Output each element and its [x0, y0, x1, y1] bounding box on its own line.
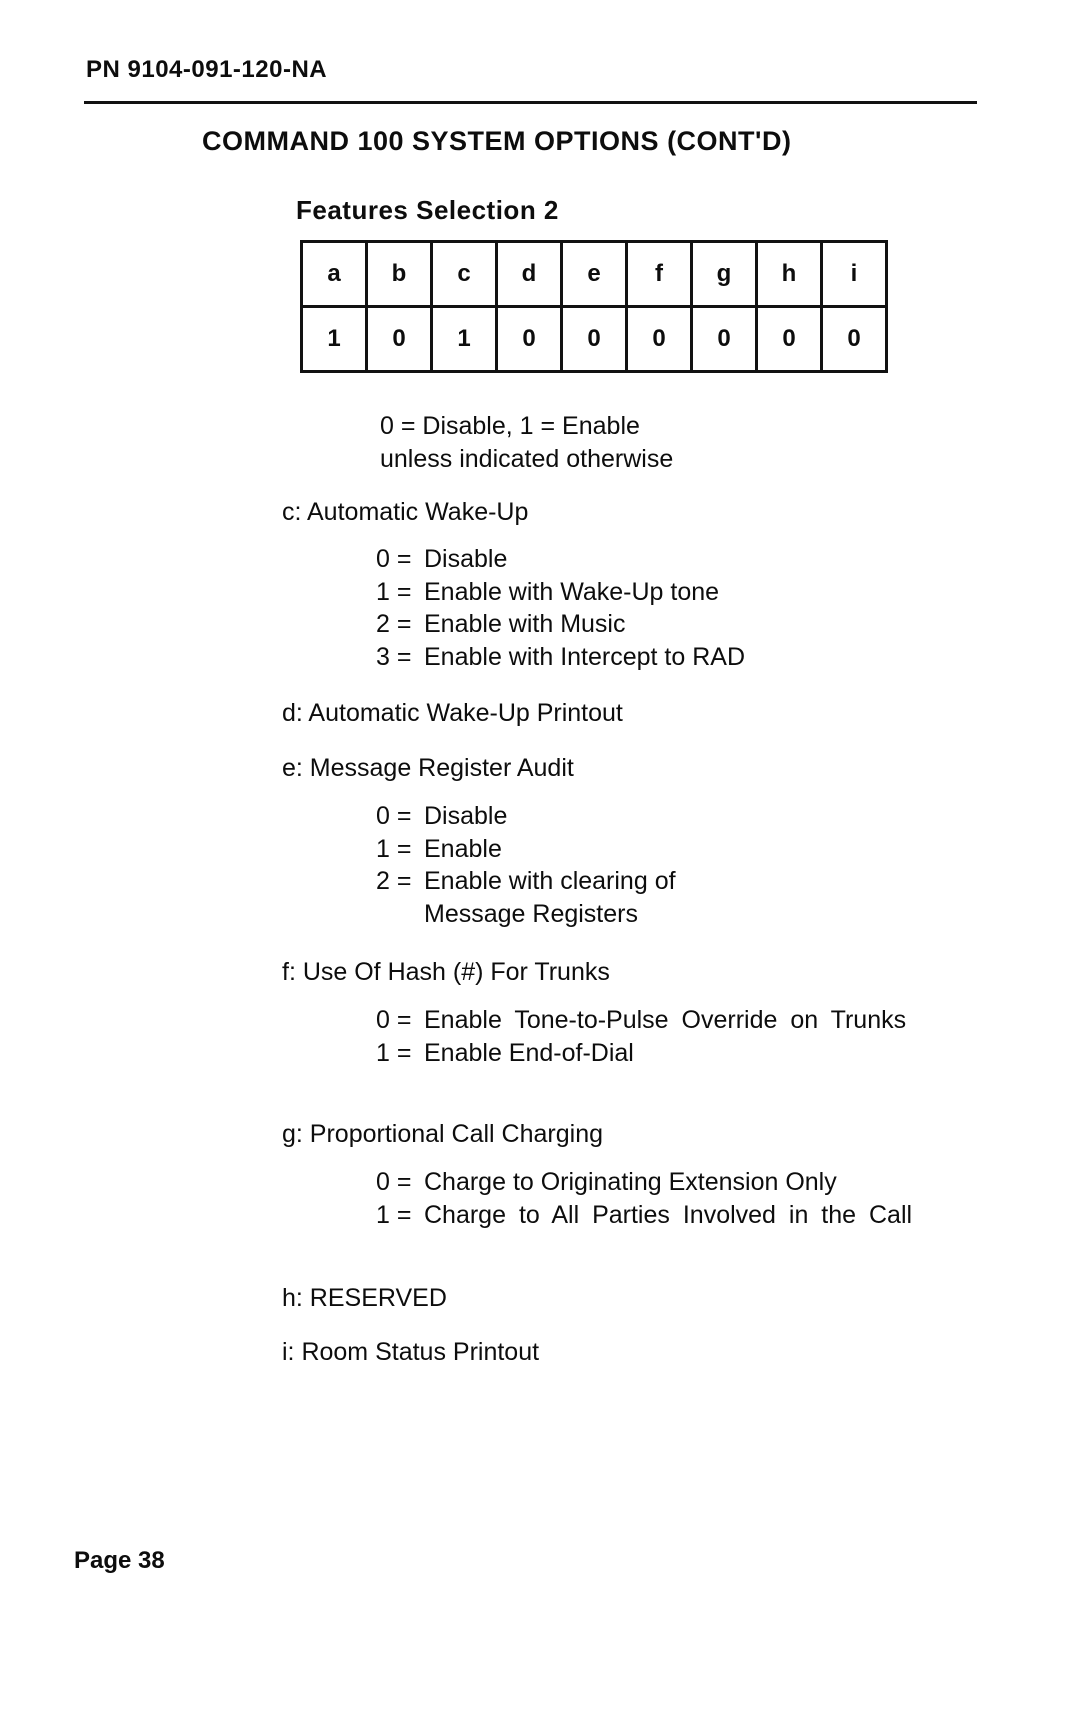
option-list-e: 0 = Disable 1 = Enable 2 = Enable with clea… [376, 800, 954, 930]
section-heading-e: e: Message Register Audit [282, 754, 574, 782]
option-item: 1 = Enable with Wake-Up tone [376, 576, 954, 609]
bit-header-cell: f [625, 240, 693, 308]
option-text: Disable [424, 545, 508, 573]
option-key: 3 = [376, 642, 412, 671]
option-key: 0 = [376, 1168, 412, 1196]
option-item: 0 = Enable Tone-to-Pulse Override on Trun… [376, 1004, 954, 1037]
bit-value-cell: 0 [365, 305, 433, 373]
legend-note: 0 = Disable, 1 = Enable unless indicated… [380, 410, 673, 476]
bit-header-cell: h [755, 240, 823, 308]
table-title: Features Selection 2 [296, 195, 559, 225]
features-bit-table: a b c d e f g h i 1 0 1 0 0 0 0 0 0 [300, 240, 888, 373]
option-item: 3 = Enable with Intercept to RAD [376, 641, 954, 674]
option-key: 0 = [376, 545, 412, 573]
bit-value-cell: 0 [690, 305, 758, 373]
bit-header-cell: e [560, 240, 628, 308]
option-list-g: 0 = Charge to Originating Extension Only … [376, 1166, 954, 1231]
page-title: COMMAND 100 SYSTEM OPTIONS (CONT'D) [202, 126, 792, 156]
bit-value-row: 1 0 1 0 0 0 0 0 0 [300, 305, 888, 373]
option-item: 2 = Enable with Music [376, 608, 954, 641]
section-heading-g: g: Proportional Call Charging [282, 1120, 604, 1148]
option-text: Enable with clearing of Message Register… [424, 867, 676, 928]
option-key: 0 = [376, 802, 412, 830]
option-text: Enable with Wake-Up tone [424, 577, 720, 606]
option-item: 0 = Charge to Originating Extension Only [376, 1166, 954, 1199]
option-item: 1 = Enable End-of-Dial [376, 1037, 954, 1070]
option-key: 1 = [376, 834, 412, 863]
option-key: 2 = [376, 867, 412, 895]
option-item: 2 = Enable with clearing of Message Regis… [376, 865, 954, 930]
option-text: Enable End-of-Dial [424, 1038, 634, 1067]
bit-value-cell: 0 [625, 305, 693, 373]
section-heading-c: c: Automatic Wake-Up [282, 498, 529, 526]
option-key: 1 = [376, 1200, 412, 1229]
option-item: 1 = Enable [376, 833, 954, 866]
header-rule [84, 101, 977, 104]
page-number: Page 38 [74, 1547, 165, 1574]
option-list-f: 0 = Enable Tone-to-Pulse Override on Trun… [376, 1004, 954, 1069]
bit-header-cell: b [365, 240, 433, 308]
option-text: Enable [424, 834, 502, 863]
bit-header-row: a b c d e f g h i [300, 240, 888, 308]
option-text: Enable Tone-to-Pulse Override on Trunks [424, 1006, 907, 1034]
bit-value-cell: 1 [430, 305, 498, 373]
option-text: Enable with Music [424, 610, 626, 638]
bit-header-cell: g [690, 240, 758, 308]
option-text: Charge to All Parties Involved in the Ca… [424, 1200, 913, 1229]
section-heading-f: f: Use Of Hash (#) For Trunks [282, 958, 610, 986]
option-key: 1 = [376, 577, 412, 606]
part-number: PN 9104-091-120-NA [86, 56, 328, 83]
legend-note-line: unless indicated otherwise [380, 445, 674, 473]
option-text: Charge to Originating Extension Only [424, 1168, 837, 1196]
option-text: Disable [424, 802, 508, 830]
option-list-c: 0 = Disable 1 = Enable with Wake-Up tone 2… [376, 543, 954, 673]
section-heading-i: i: Room Status Printout [282, 1338, 540, 1366]
bit-value-cell: 0 [820, 305, 888, 373]
bit-header-cell: i [820, 240, 888, 308]
legend-note-line: 0 = Disable, 1 = Enable [380, 412, 640, 440]
option-text: Enable with Intercept to RAD [424, 642, 745, 671]
bit-value-cell: 1 [300, 305, 368, 373]
bit-header-cell: a [300, 240, 368, 308]
option-key: 0 = [376, 1006, 412, 1034]
option-item: 0 = Disable [376, 800, 954, 833]
bit-header-cell: c [430, 240, 498, 308]
option-key: 2 = [376, 610, 412, 638]
bit-value-cell: 0 [755, 305, 823, 373]
bit-header-cell: d [495, 240, 563, 308]
section-heading-d: d: Automatic Wake-Up Printout [282, 699, 623, 727]
section-heading-h: h: RESERVED [282, 1284, 447, 1312]
option-key: 1 = [376, 1038, 412, 1067]
option-item: 1 = Charge to All Parties Involved in the… [376, 1199, 954, 1232]
bit-value-cell: 0 [560, 305, 628, 373]
bit-value-cell: 0 [495, 305, 563, 373]
option-item: 0 = Disable [376, 543, 954, 576]
